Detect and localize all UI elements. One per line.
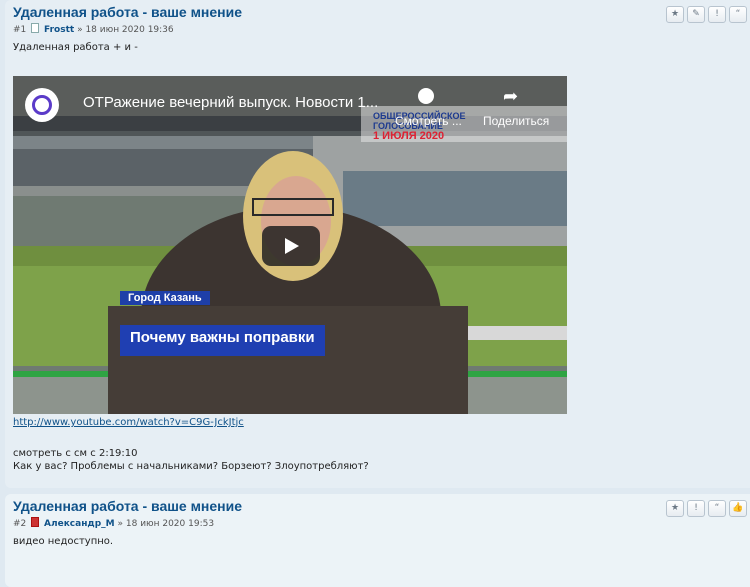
post-meta: #2 Александр_М » 18 июн 2020 19:53 (13, 517, 750, 529)
post-actions: ★ ! “ 👍 (666, 500, 747, 517)
lower-third-place: Город Казань (120, 291, 210, 305)
share-button[interactable]: Поделиться (483, 114, 549, 128)
date-separator: » (117, 519, 123, 529)
channel-logo-icon[interactable] (25, 88, 59, 122)
post-author[interactable]: Frostt (44, 25, 74, 35)
post-file-icon (31, 23, 40, 33)
voting-date: 1 ИЮЛЯ 2020 (373, 130, 445, 142)
share-icon[interactable]: ➦ (503, 88, 518, 106)
youtube-link[interactable]: http://www.youtube.com/watch?v=C9G-JckJt… (13, 417, 244, 428)
thumbs-up-icon[interactable]: 👍 (729, 500, 747, 517)
post-line-timestamp: смотреть с см с 2:19:10 (13, 448, 138, 459)
post-number[interactable]: #2 (13, 519, 26, 529)
clock-icon[interactable] (418, 88, 434, 104)
star-icon[interactable]: ★ (666, 6, 684, 23)
post-intro: Удаленная работа + и - (13, 42, 138, 53)
post-date: 18 июн 2020 19:36 (85, 25, 174, 35)
exclamation-icon[interactable]: ! (687, 500, 705, 517)
post-meta: #1 Frostt » 18 июн 2020 19:36 (13, 23, 750, 35)
post-title[interactable]: Удаленная работа - ваше мнение (13, 498, 750, 514)
post-title[interactable]: Удаленная работа - ваше мнение (13, 4, 750, 20)
post-1-tail: смотреть с см с 2:19:10 Как у вас? Пробл… (13, 447, 369, 473)
post-line-question: Как у вас? Проблемы с начальниками? Борз… (13, 461, 369, 472)
post-2: Удаленная работа - ваше мнение #2 Алекса… (5, 494, 750, 587)
quote-icon[interactable]: “ (729, 6, 747, 23)
exclamation-icon[interactable]: ! (708, 6, 726, 23)
post-author[interactable]: Александр_М (44, 519, 115, 529)
lower-third-caption: Почему важны поправки (120, 325, 325, 356)
post-number[interactable]: #1 (13, 25, 26, 35)
play-icon[interactable] (262, 226, 320, 266)
post-body: видео недоступно. (13, 536, 114, 547)
quote-icon[interactable]: “ (708, 500, 726, 517)
video-title[interactable]: ОТРажение вечерний выпуск. Новости 1... (83, 94, 378, 111)
star-icon[interactable]: ★ (666, 500, 684, 517)
date-separator: » (77, 25, 83, 35)
post-actions: ★ ✎ ! “ (666, 6, 747, 23)
post-file-icon (31, 517, 40, 527)
post-date: 18 июн 2020 19:53 (125, 519, 215, 529)
watch-later-button[interactable]: Смотреть ... (395, 114, 462, 128)
pencil-icon[interactable]: ✎ (687, 6, 705, 23)
video-embed[interactable]: ОТРажение вечерний выпуск. Новости 1... … (13, 76, 567, 414)
